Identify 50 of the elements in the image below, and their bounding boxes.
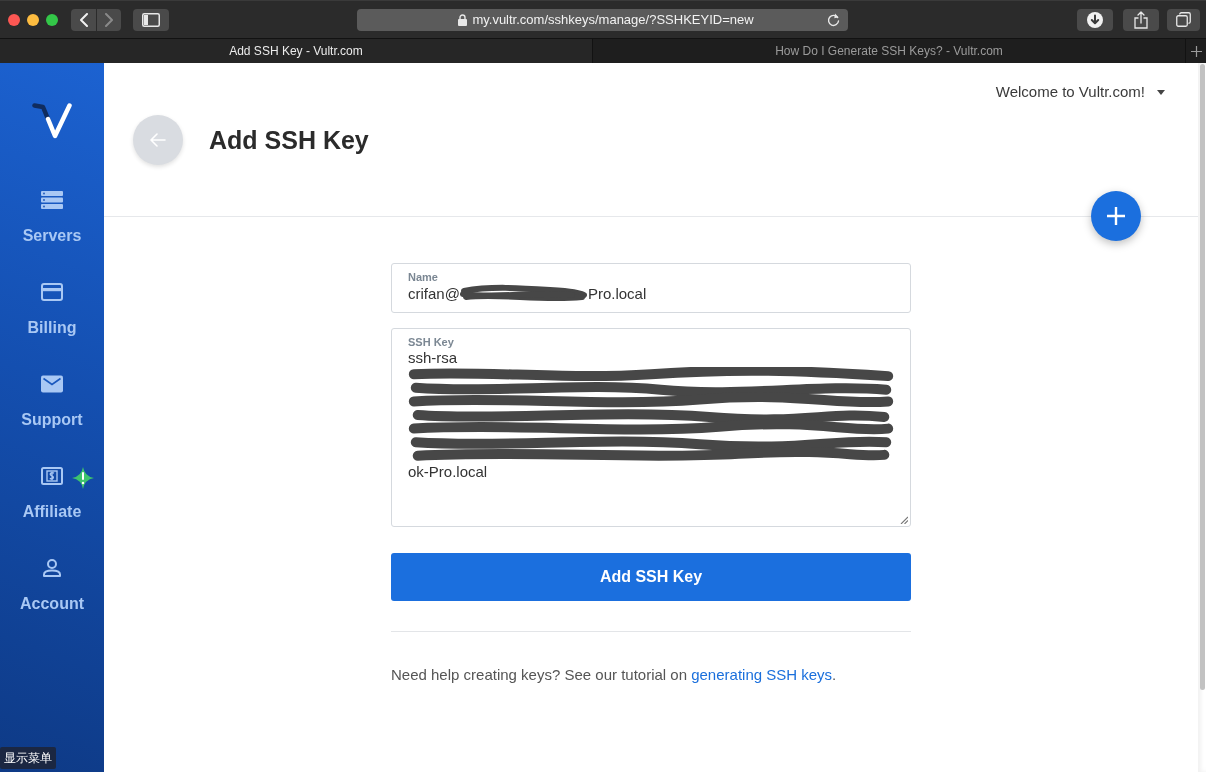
field-value: ok-Pro.local <box>408 463 488 481</box>
ssh-key-field[interactable]: SSH Key ssh-rsa ok-Pro.local <box>391 328 911 527</box>
tabs-icon <box>1176 12 1191 27</box>
caret-down-icon <box>1157 89 1165 95</box>
back-button[interactable] <box>71 8 96 31</box>
chevron-left-icon <box>79 12 88 27</box>
arrow-left-icon <box>150 133 166 147</box>
field-label: Name <box>408 270 439 284</box>
downloads-button[interactable] <box>1077 8 1113 31</box>
server-stack-icon <box>41 191 63 209</box>
download-icon <box>1087 11 1103 28</box>
help-text: Need help creating keys? See our tutorial on generating SSH keys. <box>391 665 838 685</box>
account-menu[interactable]: Welcome to Vultr.com! <box>995 81 1165 103</box>
close-window-button[interactable] <box>8 13 20 26</box>
tabs-overview-button[interactable] <box>1167 8 1200 31</box>
logo-icon <box>32 103 72 139</box>
url-text: my.vultr.com/sshkeys/manage/?SSHKEYID=new <box>472 11 754 28</box>
field-label: SSH Key <box>408 335 455 349</box>
sidebar-item[interactable]: Billing <box>0 283 104 338</box>
field-value: crifan@ <box>408 284 460 304</box>
sidebar-toggle-button[interactable] <box>133 8 169 31</box>
sidebar-item[interactable]: Support <box>0 375 104 430</box>
person-icon <box>41 559 63 577</box>
sidebar-item[interactable]: Servers <box>0 191 104 246</box>
tooltip: 显示菜单 <box>0 747 56 769</box>
maximize-window-button[interactable] <box>46 13 58 26</box>
lock-icon <box>458 13 468 26</box>
address-bar[interactable]: my.vultr.com/sshkeys/manage/?SSHKEYID=new <box>357 8 848 31</box>
minimize-window-button[interactable] <box>27 13 39 26</box>
credit-card-icon <box>41 283 63 301</box>
name-field[interactable]: Name crifan@ Pro.local <box>391 263 911 313</box>
page-title: Add SSH Key <box>209 125 369 155</box>
envelope-icon <box>41 375 63 393</box>
sidebar-icon <box>142 12 160 27</box>
share-icon <box>1134 10 1148 29</box>
field-value: ssh-rsa <box>408 349 458 367</box>
cash-icon <box>41 467 63 485</box>
sidebar-item[interactable]: Affiliate <box>0 467 104 522</box>
resize-handle-icon <box>900 516 908 524</box>
scrollbar-thumb[interactable] <box>1200 64 1205 690</box>
add-button[interactable] <box>1091 191 1141 241</box>
chevron-right-icon <box>105 12 113 27</box>
submit-button[interactable]: Add SSH Key <box>391 553 911 601</box>
sidebar-item[interactable]: Account <box>0 559 104 614</box>
browser-tab[interactable]: Add SSH Key - Vultr.com <box>0 39 593 63</box>
plus-icon <box>1190 45 1202 57</box>
share-button[interactable] <box>1123 8 1159 31</box>
field-value: Pro.local <box>587 284 647 304</box>
reload-icon <box>827 12 840 27</box>
plus-icon <box>1107 207 1125 225</box>
